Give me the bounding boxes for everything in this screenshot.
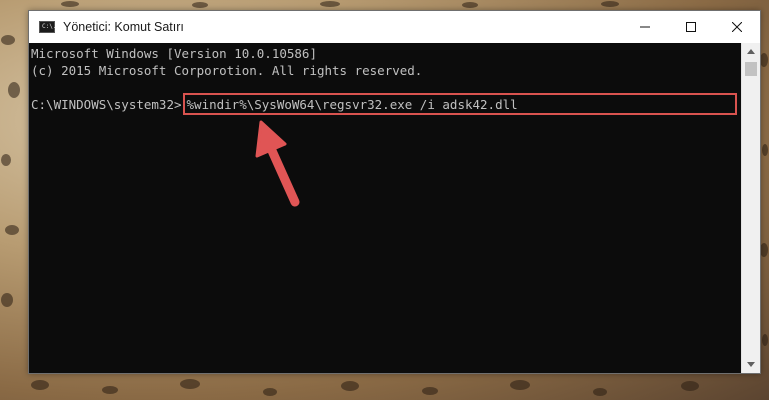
caption-buttons — [622, 11, 760, 43]
command-line: C:\WINDOWS\system32> %windir%\SysWoW64\r… — [31, 93, 742, 115]
close-button[interactable] — [714, 11, 760, 43]
minimize-icon — [640, 26, 650, 28]
console-output[interactable]: Microsoft Windows [Version 10.0.10586] (… — [29, 43, 742, 373]
prompt: C:\WINDOWS\system32> — [31, 97, 182, 112]
scroll-down-button[interactable] — [742, 356, 760, 373]
maximize-button[interactable] — [668, 11, 714, 43]
command-input[interactable]: %windir%\SysWoW64\regsvr32.exe /i adsk42… — [182, 93, 737, 115]
maximize-icon — [686, 22, 696, 32]
scroll-up-icon — [747, 49, 755, 54]
console-line-copyright: (c) 2015 Microsoft Corporotion. All righ… — [31, 63, 423, 78]
title-bar[interactable]: C:\. Yönetici: Komut Satırı — [29, 11, 760, 43]
red-arrow-icon — [255, 120, 300, 207]
scroll-thumb[interactable] — [745, 62, 757, 76]
close-icon — [732, 22, 742, 32]
scroll-down-icon — [747, 362, 755, 367]
vertical-scrollbar[interactable] — [741, 43, 760, 373]
console-line-version: Microsoft Windows [Version 10.0.10586] — [31, 46, 317, 61]
cmd-icon: C:\. — [39, 21, 57, 33]
scroll-up-button[interactable] — [742, 43, 760, 60]
minimize-button[interactable] — [622, 11, 668, 43]
cmd-icon-text: C:\. — [42, 23, 57, 30]
window-title: Yönetici: Komut Satırı — [63, 20, 184, 34]
command-prompt-window: C:\. Yönetici: Komut Satırı Microsoft Wi… — [28, 10, 761, 374]
